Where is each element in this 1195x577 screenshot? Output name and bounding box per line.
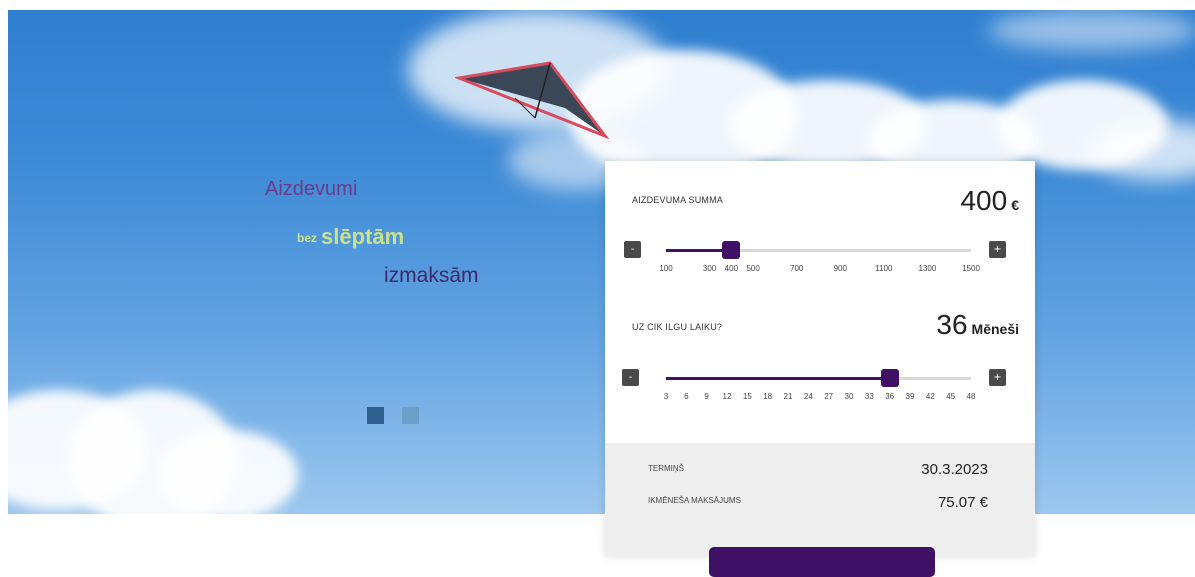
term-tick-12: 12 xyxy=(722,392,732,401)
amount-label: AIZDEVUMA SUMMA xyxy=(632,195,724,205)
amount-value: 400 xyxy=(960,185,1008,216)
term-tick-labels: 3 6 9 12 15 18 21 24 27 30 33 36 39 42 45 48 xyxy=(663,392,976,404)
loan-calculator: AIZDEVUMA SUMMA 400 € - + 100 300 400 500 700… xyxy=(605,161,1035,577)
term-tick-9: 9 xyxy=(704,392,709,401)
term-tick-45: 45 xyxy=(946,392,956,401)
amount-tick-900: 900 xyxy=(833,264,847,273)
slider-pagination xyxy=(367,407,419,424)
term-display: 36 Mēneši xyxy=(936,309,1019,341)
slide-dot-1[interactable] xyxy=(367,407,384,424)
hero-headline-line1: Aizdevumi xyxy=(265,178,358,200)
term-tick-42: 42 xyxy=(925,392,935,401)
amount-tick-700: 700 xyxy=(790,264,804,273)
amount-tick-100: 100 xyxy=(659,264,673,273)
hero-headline-prefix: bez xyxy=(297,231,318,246)
slide-dot-2[interactable] xyxy=(402,407,419,424)
term-decrease-button[interactable]: - xyxy=(622,369,639,386)
hero-headline-line3: izmaksām xyxy=(384,264,479,287)
term-tick-18: 18 xyxy=(763,392,773,401)
amount-slider-track[interactable] xyxy=(666,241,971,259)
term-date-label: TERMIŅŠ xyxy=(648,464,684,473)
term-unit: Mēneši xyxy=(971,321,1019,337)
amount-tick-labels: 100 300 400 500 700 900 1100 1300 1500 xyxy=(659,264,980,276)
term-slider-fill xyxy=(666,377,890,380)
monthly-payment-label: IKMĒNEŠA MAKSĀJUMS xyxy=(648,496,741,505)
amount-tick-300: 300 xyxy=(702,264,717,273)
amount-display: 400 € xyxy=(960,185,1019,217)
term-tick-3: 3 xyxy=(663,392,669,401)
hero-headline-line2: bez slēptām xyxy=(297,224,404,250)
term-tick-21: 21 xyxy=(783,392,793,401)
hang-glider-illustration xyxy=(455,61,610,140)
amount-increase-button[interactable]: + xyxy=(989,241,1006,258)
term-date-value: 30.3.2023 xyxy=(921,461,988,478)
amount-unit: € xyxy=(1011,197,1019,213)
amount-tick-500: 500 xyxy=(746,264,760,273)
term-tick-33: 33 xyxy=(864,392,874,401)
amount-slider-thumb[interactable] xyxy=(722,241,741,259)
amount-tick-1300: 1300 xyxy=(918,264,937,273)
term-increase-button[interactable]: + xyxy=(989,369,1006,386)
term-tick-24: 24 xyxy=(803,392,813,401)
term-tick-15: 15 xyxy=(742,392,752,401)
term-tick-30: 30 xyxy=(844,392,854,401)
term-tick-48: 48 xyxy=(966,392,976,401)
amount-tick-1500: 1500 xyxy=(962,264,980,273)
monthly-payment-value: 75.07 € xyxy=(937,494,988,511)
amount-tick-400: 400 xyxy=(724,264,739,273)
term-label: UZ CIK ILGU LAIKU? xyxy=(632,322,723,332)
amount-tick-1100: 1100 xyxy=(875,264,893,273)
term-tick-39: 39 xyxy=(905,392,915,401)
term-tick-27: 27 xyxy=(824,392,834,401)
top-bar xyxy=(0,0,1195,10)
loan-summary: TERMIŅŠ 30.3.2023 IKMĒNEŠA MAKSĀJUMS 75.… xyxy=(605,443,1035,577)
term-slider-track[interactable] xyxy=(666,369,971,387)
hero-headline-emphasis: slēptām xyxy=(321,224,405,249)
term-tick-36: 36 xyxy=(885,392,895,401)
term-value: 36 xyxy=(936,309,968,340)
apply-button[interactable] xyxy=(709,547,935,577)
amount-decrease-button[interactable]: - xyxy=(624,241,641,258)
term-tick-6: 6 xyxy=(684,392,689,401)
term-slider-thumb[interactable] xyxy=(880,369,899,387)
